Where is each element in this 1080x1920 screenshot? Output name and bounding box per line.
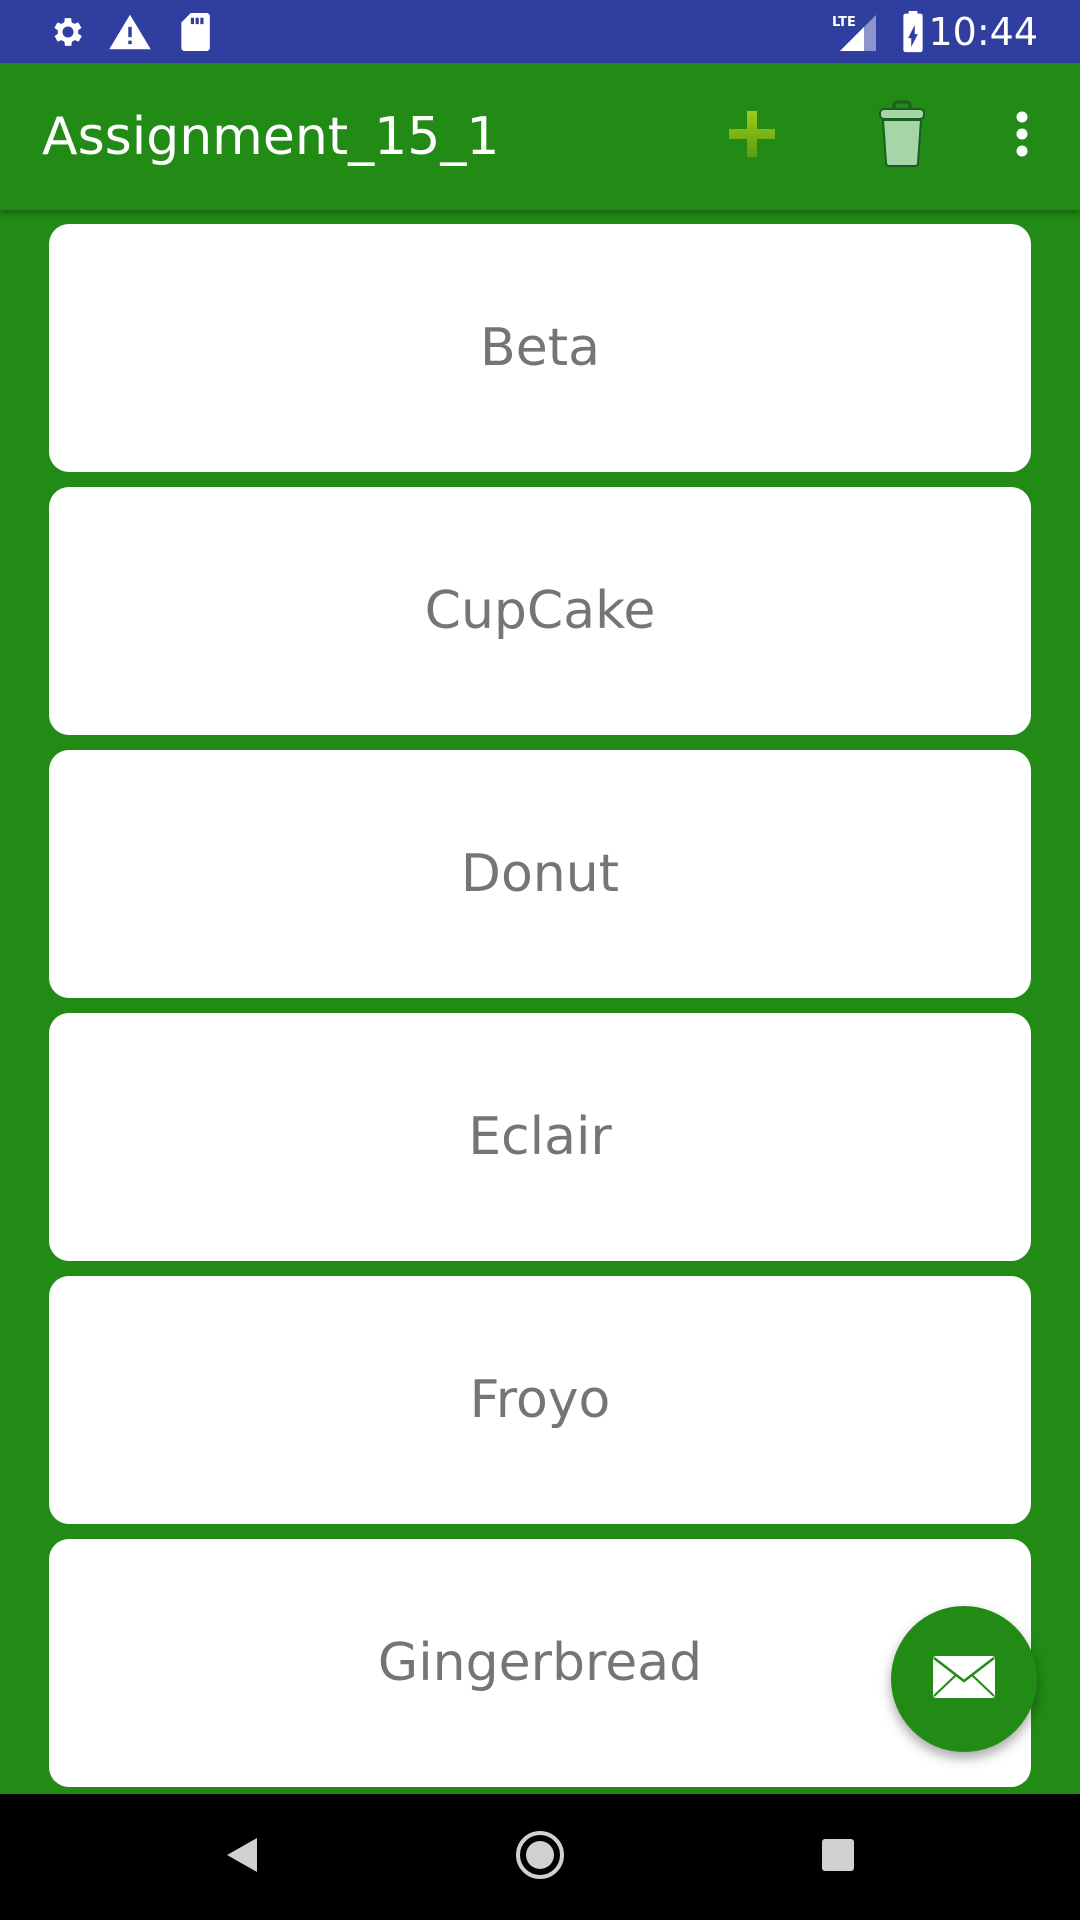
back-icon: [225, 1836, 259, 1879]
delete-button[interactable]: [866, 63, 938, 210]
list-item-label: Gingerbread: [377, 1633, 703, 1693]
list-item-label: Beta: [480, 318, 600, 378]
add-icon: [727, 109, 777, 164]
list-item-label: Froyo: [469, 1370, 611, 1430]
list-item[interactable]: Gingerbread: [49, 1539, 1031, 1787]
recents-icon: [821, 1838, 855, 1877]
add-button[interactable]: [716, 63, 788, 210]
home-icon: [515, 1830, 565, 1885]
battery-charging-icon: [898, 0, 928, 63]
sd-card-icon: [176, 0, 212, 63]
version-list[interactable]: Beta CupCake Donut Eclair Froyo Gingerbr…: [0, 210, 1080, 1794]
mail-icon: [932, 1655, 996, 1704]
list-item[interactable]: Donut: [49, 750, 1031, 998]
email-fab[interactable]: [891, 1606, 1037, 1752]
status-time: 10:44: [928, 9, 1038, 54]
list-item[interactable]: Froyo: [49, 1276, 1031, 1524]
app-bar: Assignment_15_1: [0, 63, 1080, 210]
overflow-menu-icon: [1015, 111, 1029, 162]
list-item-label: Eclair: [468, 1107, 612, 1167]
back-button[interactable]: [212, 1794, 272, 1920]
warning-icon: [108, 0, 152, 63]
app-title: Assignment_15_1: [42, 106, 500, 167]
list-item-label: CupCake: [424, 581, 656, 641]
navigation-bar: [0, 1794, 1080, 1920]
network-type-label: LTE: [832, 15, 856, 30]
home-button[interactable]: [510, 1794, 570, 1920]
signal-icon: LTE: [830, 0, 880, 63]
overflow-menu-button[interactable]: [1000, 63, 1044, 210]
trash-icon: [877, 100, 927, 173]
status-bar: LTE 10:44: [0, 0, 1080, 63]
list-item[interactable]: CupCake: [49, 487, 1031, 735]
list-item[interactable]: Beta: [49, 224, 1031, 472]
list-item[interactable]: Eclair: [49, 1013, 1031, 1261]
list-item-label: Donut: [460, 844, 620, 904]
recents-button[interactable]: [808, 1794, 868, 1920]
settings-icon: [48, 0, 88, 63]
